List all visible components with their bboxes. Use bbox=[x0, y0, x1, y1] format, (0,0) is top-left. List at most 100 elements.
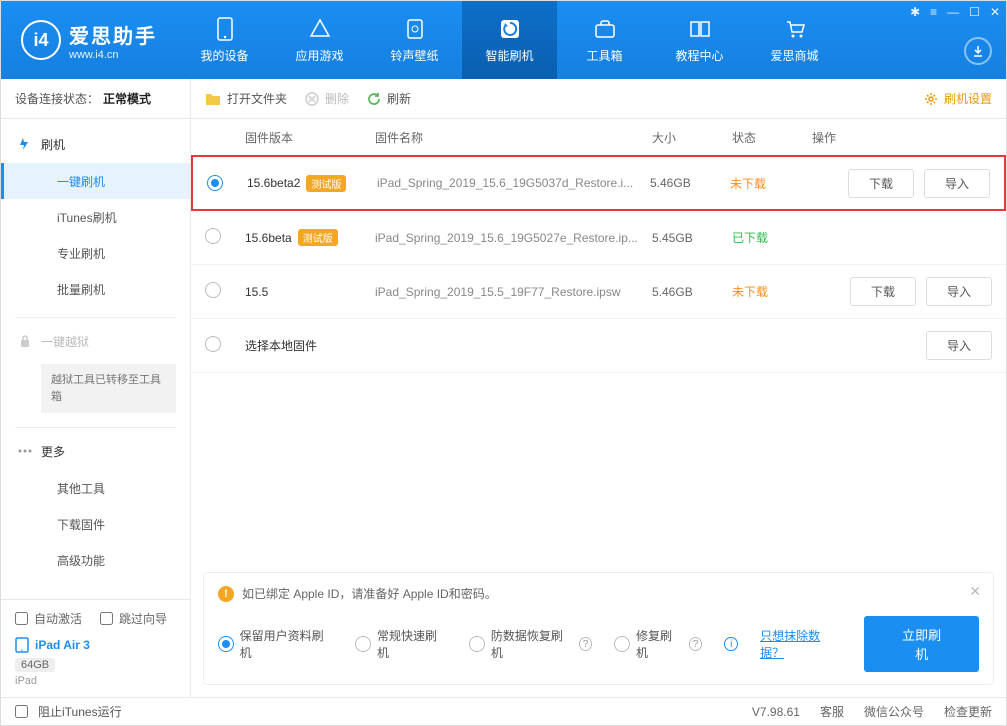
sidebar-item-batch[interactable]: 批量刷机 bbox=[1, 271, 190, 307]
reload-icon bbox=[367, 92, 381, 106]
nav-apps[interactable]: 应用游戏 bbox=[272, 1, 367, 79]
radio-icon[interactable] bbox=[207, 175, 223, 191]
sidebar-item-advanced[interactable]: 高级功能 bbox=[1, 542, 190, 578]
version-label: V7.98.61 bbox=[752, 705, 800, 719]
option-repair[interactable]: 修复刷机? bbox=[614, 627, 702, 661]
sidebar-item-oneclick[interactable]: 一键刷机 bbox=[1, 163, 190, 199]
flash-icon bbox=[17, 136, 33, 152]
help-icon[interactable]: ? bbox=[579, 637, 593, 651]
radio-icon[interactable] bbox=[205, 336, 221, 352]
window-btn-1[interactable]: ✱ bbox=[910, 5, 920, 19]
warning-text: 如已绑定 Apple ID，请准备好 Apple ID和密码。 bbox=[242, 585, 497, 602]
sidebar-item-download-fw[interactable]: 下载固件 bbox=[1, 506, 190, 542]
nav-my-device[interactable]: 我的设备 bbox=[177, 1, 272, 79]
info-icon[interactable]: i bbox=[724, 637, 738, 651]
warning-icon: ! bbox=[218, 586, 234, 602]
download-button[interactable]: 下载 bbox=[850, 277, 916, 306]
open-folder-button[interactable]: 打开文件夹 bbox=[205, 90, 287, 107]
app-header: i4 爱思助手 www.i4.cn 我的设备 应用游戏 铃声壁纸 智能刷机 工具… bbox=[1, 1, 1006, 79]
info-panel: ! 如已绑定 Apple ID，请准备好 Apple ID和密码。 ✕ 保留用户… bbox=[203, 572, 994, 685]
block-itunes-checkbox[interactable] bbox=[15, 705, 28, 718]
th-size: 大小 bbox=[652, 129, 732, 146]
import-button[interactable]: 导入 bbox=[924, 169, 990, 198]
delete-button: 删除 bbox=[305, 90, 349, 107]
radio-icon[interactable] bbox=[205, 282, 221, 298]
folder-icon bbox=[205, 92, 221, 106]
radio-icon bbox=[469, 636, 485, 652]
sidebar-item-other[interactable]: 其他工具 bbox=[1, 470, 190, 506]
th-status: 状态 bbox=[732, 129, 812, 146]
nav-ringtone[interactable]: 铃声壁纸 bbox=[367, 1, 462, 79]
connection-status: 设备连接状态：正常模式 bbox=[1, 79, 190, 119]
nav-tutorial[interactable]: 教程中心 bbox=[652, 1, 747, 79]
import-button[interactable]: 导入 bbox=[926, 331, 992, 360]
logo-icon: i4 bbox=[21, 20, 61, 60]
table-row[interactable]: 15.6beta2测试版iPad_Spring_2019_15.6_19G503… bbox=[191, 155, 1006, 211]
sidebar-group-flash[interactable]: 刷机 bbox=[1, 125, 190, 163]
th-version: 固件版本 bbox=[245, 129, 375, 146]
footer: 阻止iTunes运行 V7.98.61 客服 微信公众号 检查更新 bbox=[1, 697, 1006, 725]
sidebar: 设备连接状态：正常模式 刷机 一键刷机 iTunes刷机 专业刷机 批量刷机 一… bbox=[1, 79, 191, 697]
app-title: 爱思助手 bbox=[69, 20, 157, 49]
refresh-icon bbox=[498, 17, 522, 41]
toolbox-icon bbox=[593, 17, 617, 41]
th-ops: 操作 bbox=[812, 129, 992, 146]
table-row[interactable]: 选择本地固件导入 bbox=[191, 319, 1006, 373]
footer-link-wechat[interactable]: 微信公众号 bbox=[864, 703, 924, 720]
refresh-button[interactable]: 刷新 bbox=[367, 90, 411, 107]
tablet-icon bbox=[15, 637, 29, 653]
radio-icon bbox=[614, 636, 630, 652]
close-info-button[interactable]: ✕ bbox=[969, 583, 981, 600]
download-indicator-icon[interactable] bbox=[964, 37, 992, 65]
sidebar-group-more[interactable]: 更多 bbox=[1, 432, 190, 470]
jailbreak-note: 越狱工具已转移至工具箱 bbox=[41, 364, 176, 413]
erase-link[interactable]: 只想抹除数据？ bbox=[760, 627, 842, 661]
toolbar: 打开文件夹 删除 刷新 刷机设置 bbox=[191, 79, 1006, 119]
apps-icon bbox=[308, 17, 332, 41]
table-header: 固件版本 固件名称 大小 状态 操作 bbox=[191, 119, 1006, 155]
app-url: www.i4.cn bbox=[69, 49, 157, 61]
import-button[interactable]: 导入 bbox=[926, 277, 992, 306]
maximize-button[interactable]: ☐ bbox=[969, 5, 980, 19]
footer-link-support[interactable]: 客服 bbox=[820, 703, 844, 720]
sidebar-item-pro[interactable]: 专业刷机 bbox=[1, 235, 190, 271]
close-button[interactable]: ✕ bbox=[990, 5, 1000, 19]
footer-link-update[interactable]: 检查更新 bbox=[944, 703, 992, 720]
more-icon bbox=[17, 443, 33, 459]
skip-guide-checkbox[interactable] bbox=[100, 612, 113, 625]
settings-button[interactable]: 刷机设置 bbox=[924, 90, 992, 107]
flash-now-button[interactable]: 立即刷机 bbox=[864, 616, 979, 672]
sidebar-group-jailbreak: 一键越狱 bbox=[1, 322, 190, 360]
sidebar-item-itunes[interactable]: iTunes刷机 bbox=[1, 199, 190, 235]
nav-flash[interactable]: 智能刷机 bbox=[462, 1, 557, 79]
download-button[interactable]: 下载 bbox=[848, 169, 914, 198]
option-normal[interactable]: 常规快速刷机 bbox=[355, 627, 447, 661]
table-row[interactable]: 15.6beta测试版iPad_Spring_2019_15.6_19G5027… bbox=[191, 211, 1006, 265]
auto-activate-checkbox[interactable] bbox=[15, 612, 28, 625]
auto-activate-row: 自动激活 跳过向导 bbox=[1, 600, 190, 637]
option-keep-data[interactable]: 保留用户资料刷机 bbox=[218, 627, 333, 661]
main-content: 打开文件夹 删除 刷新 刷机设置 固件版本 固件名称 大小 状态 操作 15.6… bbox=[191, 79, 1006, 697]
main-nav: 我的设备 应用游戏 铃声壁纸 智能刷机 工具箱 教程中心 爱思商城 bbox=[177, 1, 1006, 79]
window-btn-2[interactable]: ≡ bbox=[930, 5, 937, 19]
lock-icon bbox=[17, 333, 33, 349]
phone-icon bbox=[213, 17, 237, 41]
th-name: 固件名称 bbox=[375, 129, 652, 146]
window-controls: ✱ ≡ — ☐ ✕ bbox=[910, 5, 1000, 19]
nav-store[interactable]: 爱思商城 bbox=[747, 1, 842, 79]
cart-icon bbox=[783, 17, 807, 41]
option-antirecovery[interactable]: 防数据恢复刷机? bbox=[469, 627, 592, 661]
radio-icon bbox=[218, 636, 234, 652]
radio-icon[interactable] bbox=[205, 228, 221, 244]
app-logo: i4 爱思助手 www.i4.cn bbox=[1, 20, 177, 61]
table-row[interactable]: 15.5iPad_Spring_2019_15.5_19F77_Restore.… bbox=[191, 265, 1006, 319]
book-icon bbox=[688, 17, 712, 41]
gear-icon bbox=[924, 92, 938, 106]
nav-toolbox[interactable]: 工具箱 bbox=[557, 1, 652, 79]
storage-badge: 64GB bbox=[15, 658, 55, 672]
radio-icon bbox=[355, 636, 371, 652]
block-itunes-row[interactable]: 阻止iTunes运行 bbox=[15, 703, 122, 720]
help-icon[interactable]: ? bbox=[689, 637, 703, 651]
delete-icon bbox=[305, 92, 319, 106]
minimize-button[interactable]: — bbox=[947, 5, 959, 19]
